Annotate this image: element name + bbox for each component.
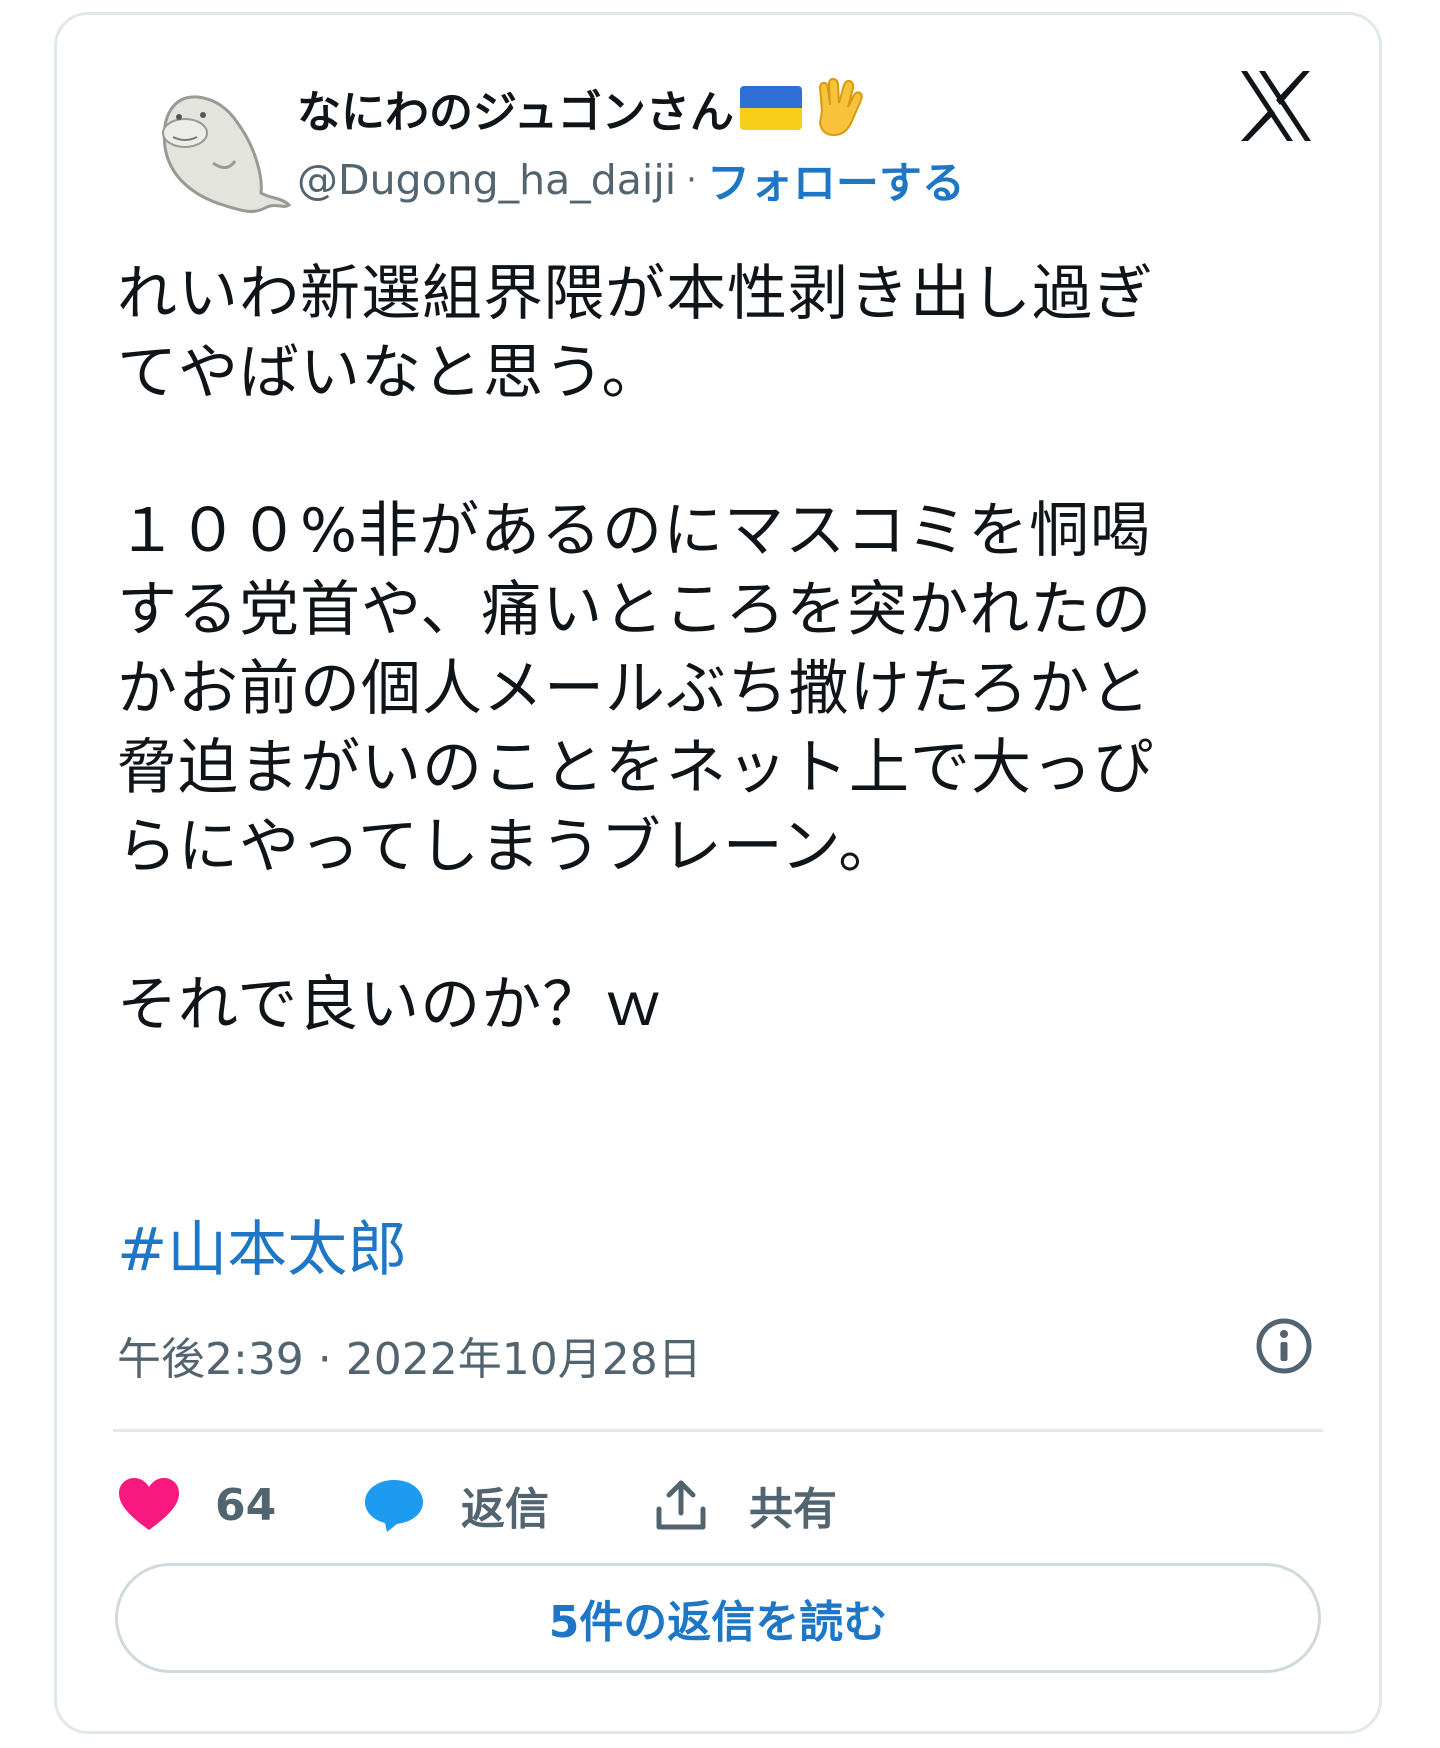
tweet-text: れいわ新選組界隈が本性剥き出し過ぎ てやばいなと思う。 １００%非があるのにマス… [117,259,1154,1040]
reply-label: 返信 [461,1484,549,1535]
share-label: 共有 [749,1484,837,1535]
handle-row: @Dugong_ha_daiji · フォローする [297,145,965,215]
tweet-card: なにわのジュゴンさん @Dugong_ha_daiji · フォローする れいわ… [54,12,1382,1734]
dugong-avatar[interactable] [143,77,293,227]
vulcan-salute-icon [818,77,863,137]
like-count: 64 [215,1479,277,1531]
heart-icon [119,1478,179,1530]
info-icon[interactable] [1253,1315,1315,1377]
user-header: なにわのジュゴンさん @Dugong_ha_daiji · フォローする [297,73,965,215]
user-handle[interactable]: @Dugong_ha_daiji [297,156,676,204]
share-icon [656,1480,706,1530]
follow-button[interactable]: フォローする [707,149,965,211]
read-replies-button[interactable]: 5件の返信を読む [115,1563,1321,1673]
divider [113,1429,1323,1432]
like-button[interactable]: 64 [117,1465,363,1545]
x-logo-icon[interactable] [1237,67,1315,145]
action-bar: 64 返信 共有 [117,1465,837,1545]
reply-button[interactable]: 返信 [363,1465,653,1545]
ukraine-flag-icon [739,86,802,130]
reply-bubble-icon [365,1480,423,1532]
share-button[interactable]: 共有 [653,1465,837,1545]
hashtag-link[interactable]: #山本太郎 [117,1211,407,1290]
tweet-timestamp[interactable]: 午後2:39 · 2022年10月28日 [117,1323,702,1387]
display-name-row: なにわのジュゴンさん [297,73,965,143]
separator-dot: · [686,160,697,200]
display-name[interactable]: なにわのジュゴンさん [297,76,734,140]
